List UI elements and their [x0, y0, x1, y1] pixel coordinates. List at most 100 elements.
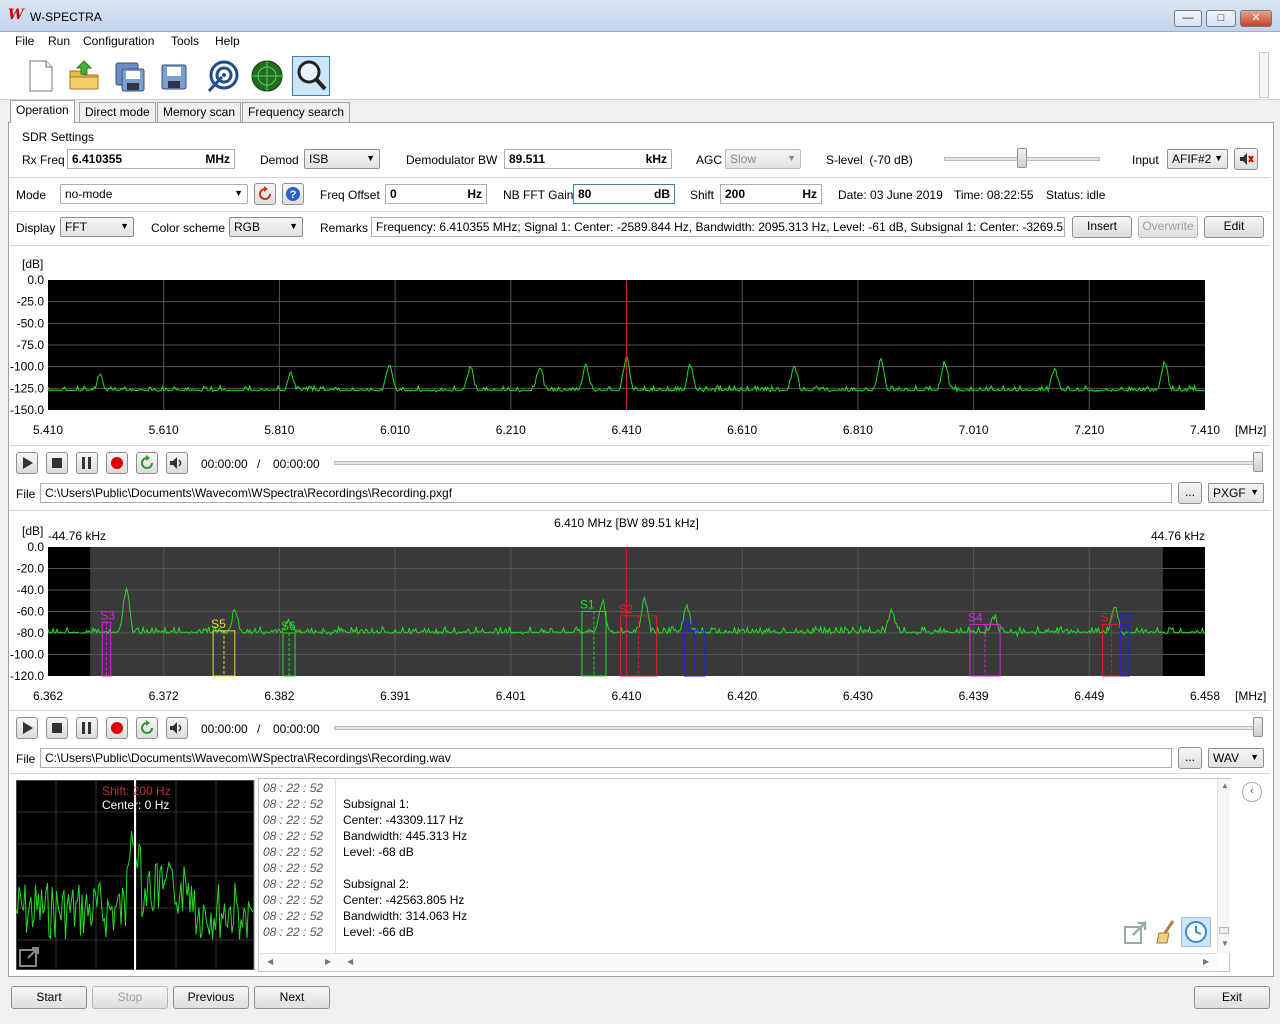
timestamp-toggle-clock-icon[interactable]: [1181, 917, 1211, 947]
open-folder-icon[interactable]: [66, 57, 102, 95]
agc-select[interactable]: Slow ▼: [725, 149, 801, 169]
y-tick-label: 0.0: [27, 273, 44, 287]
overwrite-button[interactable]: Overwrite: [1138, 216, 1198, 238]
player1-browse-button[interactable]: ...: [1178, 482, 1202, 504]
next-button[interactable]: Next: [254, 986, 330, 1009]
toolbar-scrollbar[interactable]: [1259, 52, 1269, 98]
signal-label: S5: [211, 617, 226, 631]
edit-button[interactable]: Edit: [1204, 216, 1264, 238]
color-scheme-label: Color scheme: [151, 221, 226, 235]
search-magnifier-icon[interactable]: [292, 56, 330, 96]
x-tick-label: 6.010: [380, 423, 410, 437]
player1-file-field[interactable]: C:\Users\Public\Documents\Wavecom\WSpect…: [40, 483, 1172, 503]
tab-operation[interactable]: Operation: [10, 100, 75, 123]
clear-log-broom-icon[interactable]: [1153, 919, 1179, 945]
demod-select[interactable]: ISB ▼: [304, 149, 380, 169]
play-button-2[interactable]: [16, 717, 38, 739]
menu-file[interactable]: File: [15, 34, 34, 48]
input-select[interactable]: AFIF#2 ▼: [1167, 149, 1228, 169]
loop-button-2[interactable]: [136, 717, 158, 739]
collapse-panel-chevron-left-icon[interactable]: ‹: [1242, 782, 1262, 802]
slevel-slider-thumb[interactable]: [1017, 148, 1027, 168]
pause-button[interactable]: [76, 452, 98, 474]
menu-configuration[interactable]: Configuration: [83, 34, 154, 48]
play-button[interactable]: [16, 452, 38, 474]
rx-freq-label: Rx Freq: [22, 153, 65, 167]
color-scheme-select[interactable]: RGB ▼: [229, 217, 303, 237]
x-tick-label: 6.362: [33, 689, 63, 703]
save-icon[interactable]: [156, 57, 192, 95]
x-tick-label: 6.610: [727, 423, 757, 437]
log-timestamp: 08 : 22 : 52: [263, 829, 324, 843]
volume-button-2[interactable]: [166, 717, 188, 739]
nb-fft-gain-field[interactable]: 80 dB: [573, 184, 675, 204]
slevel-label: S-level (-70 dB): [826, 153, 913, 167]
insert-button[interactable]: Insert: [1072, 216, 1132, 238]
volume-button[interactable]: [166, 452, 188, 474]
save-all-icon[interactable]: [112, 57, 148, 95]
tab-direct-mode[interactable]: Direct mode: [79, 102, 156, 122]
tab-frequency-search[interactable]: Frequency search: [242, 102, 351, 122]
stop-button[interactable]: [46, 452, 68, 474]
record-icon: [111, 722, 123, 734]
wide-spectrum-chart[interactable]: 0.0 -25.0 -50.0 -75.0 -100.0 -125.0 -150.0 5.41…: [10, 255, 1272, 443]
remarks-field[interactable]: Frequency: 6.410355 MHz; Signal 1: Cente…: [371, 217, 1065, 237]
log-message: Bandwidth: 314.063 Hz: [343, 909, 468, 923]
mode-select[interactable]: no-mode ▼: [60, 184, 248, 204]
new-document-icon[interactable]: [22, 57, 58, 95]
player2-file-field[interactable]: C:\Users\Public\Documents\Wavecom\WSpect…: [40, 748, 1172, 768]
x-tick-label: 7.410: [1190, 423, 1220, 437]
narrow-spectrum-chart[interactable]: 0.0 -20.0 -40.0 -60.0 -80.0 -100.0 -120.0 6.362…: [10, 515, 1272, 708]
log-vertical-scrollbar[interactable]: ▲ ▼: [1217, 779, 1230, 953]
narrow-chart-title: 6.410 MHz [BW 89.51 kHz]: [554, 516, 699, 530]
undock-icon[interactable]: [18, 944, 42, 968]
mute-button[interactable]: [1234, 148, 1258, 170]
tab-memory-scan[interactable]: Memory scan: [157, 102, 242, 122]
y-tick-label: -20.0: [17, 562, 45, 576]
start-button[interactable]: Start: [11, 986, 87, 1009]
y-tick-label: -100.0: [10, 360, 44, 374]
player1-format-select[interactable]: PXGF ▼: [1208, 483, 1264, 503]
title-bar: W W-SPECTRA — □ ✕: [0, 0, 1280, 32]
player2-browse-button[interactable]: ...: [1178, 747, 1202, 769]
freq-offset-field[interactable]: 0 Hz: [385, 184, 487, 204]
signal-target-icon[interactable]: [205, 57, 241, 95]
pause-icon: [82, 722, 91, 734]
player1-seek-thumb[interactable]: [1253, 452, 1263, 472]
rx-freq-field[interactable]: 6.410355 MHz: [67, 149, 235, 169]
reset-mode-button[interactable]: [254, 183, 276, 205]
y-tick-label: -25.0: [17, 295, 45, 309]
record-button[interactable]: [106, 452, 128, 474]
demod-bw-field[interactable]: 89.511 kHz: [504, 149, 672, 169]
stop-scan-button[interactable]: Stop: [92, 986, 168, 1009]
previous-button[interactable]: Previous: [173, 986, 249, 1009]
exit-button[interactable]: Exit: [1194, 986, 1270, 1009]
stop-button-2[interactable]: [46, 717, 68, 739]
maximize-icon[interactable]: □: [1206, 10, 1236, 27]
player2-format-select[interactable]: WAV ▼: [1208, 748, 1264, 768]
y-axis-label: [dB]: [22, 524, 43, 538]
player2-seek-thumb[interactable]: [1253, 717, 1263, 737]
shift-field[interactable]: 200 Hz: [720, 184, 822, 204]
loop-button[interactable]: [136, 452, 158, 474]
pause-button-2[interactable]: [76, 717, 98, 739]
record-button-2[interactable]: [106, 717, 128, 739]
x-tick-label: 6.372: [149, 689, 179, 703]
close-icon[interactable]: ✕: [1240, 10, 1272, 27]
x-tick-label: 5.410: [33, 423, 63, 437]
svg-text:?: ?: [290, 189, 297, 201]
minimize-icon[interactable]: —: [1174, 10, 1202, 27]
help-button[interactable]: ?: [282, 183, 304, 205]
radar-scan-icon[interactable]: [249, 57, 285, 95]
export-log-icon[interactable]: [1123, 919, 1149, 945]
menu-tools[interactable]: Tools: [171, 34, 199, 48]
log-horizontal-scrollbar[interactable]: ◀ ▶ ◀ ▶: [259, 953, 1217, 971]
menu-help[interactable]: Help: [215, 34, 240, 48]
play-icon: [23, 722, 33, 734]
app-logo-icon: W: [8, 7, 24, 23]
event-log[interactable]: 08 : 22 : 52 08 : 22 : 52 Subsignal 1: 08 :…: [258, 778, 1230, 972]
x-tick-label: 6.401: [496, 689, 526, 703]
display-select[interactable]: FFT ▼: [60, 217, 134, 237]
x-tick-label: 6.210: [496, 423, 526, 437]
menu-run[interactable]: Run: [48, 34, 70, 48]
